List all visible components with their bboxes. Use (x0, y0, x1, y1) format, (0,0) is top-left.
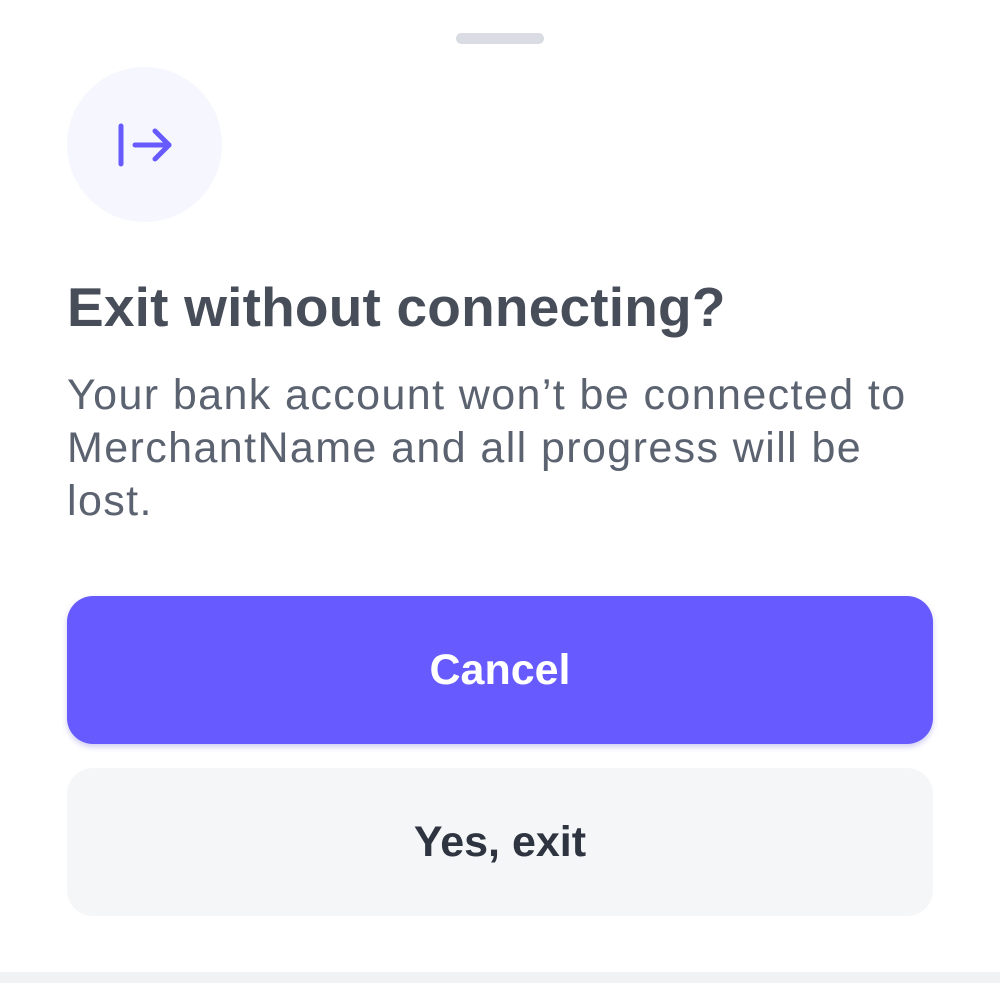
sheet-title: Exit without connecting? (67, 276, 726, 338)
icon-badge (67, 67, 222, 222)
exit-arrow-icon (118, 123, 172, 167)
yes-exit-button[interactable]: Yes, exit (67, 768, 933, 916)
sheet-description: Your bank account won’t be connected to … (67, 371, 907, 525)
drag-handle[interactable] (456, 33, 544, 44)
exit-confirmation-sheet: Exit without connecting? Your bank accou… (0, 0, 1000, 983)
bottom-edge (0, 972, 1000, 983)
cancel-button[interactable]: Cancel (67, 596, 933, 744)
